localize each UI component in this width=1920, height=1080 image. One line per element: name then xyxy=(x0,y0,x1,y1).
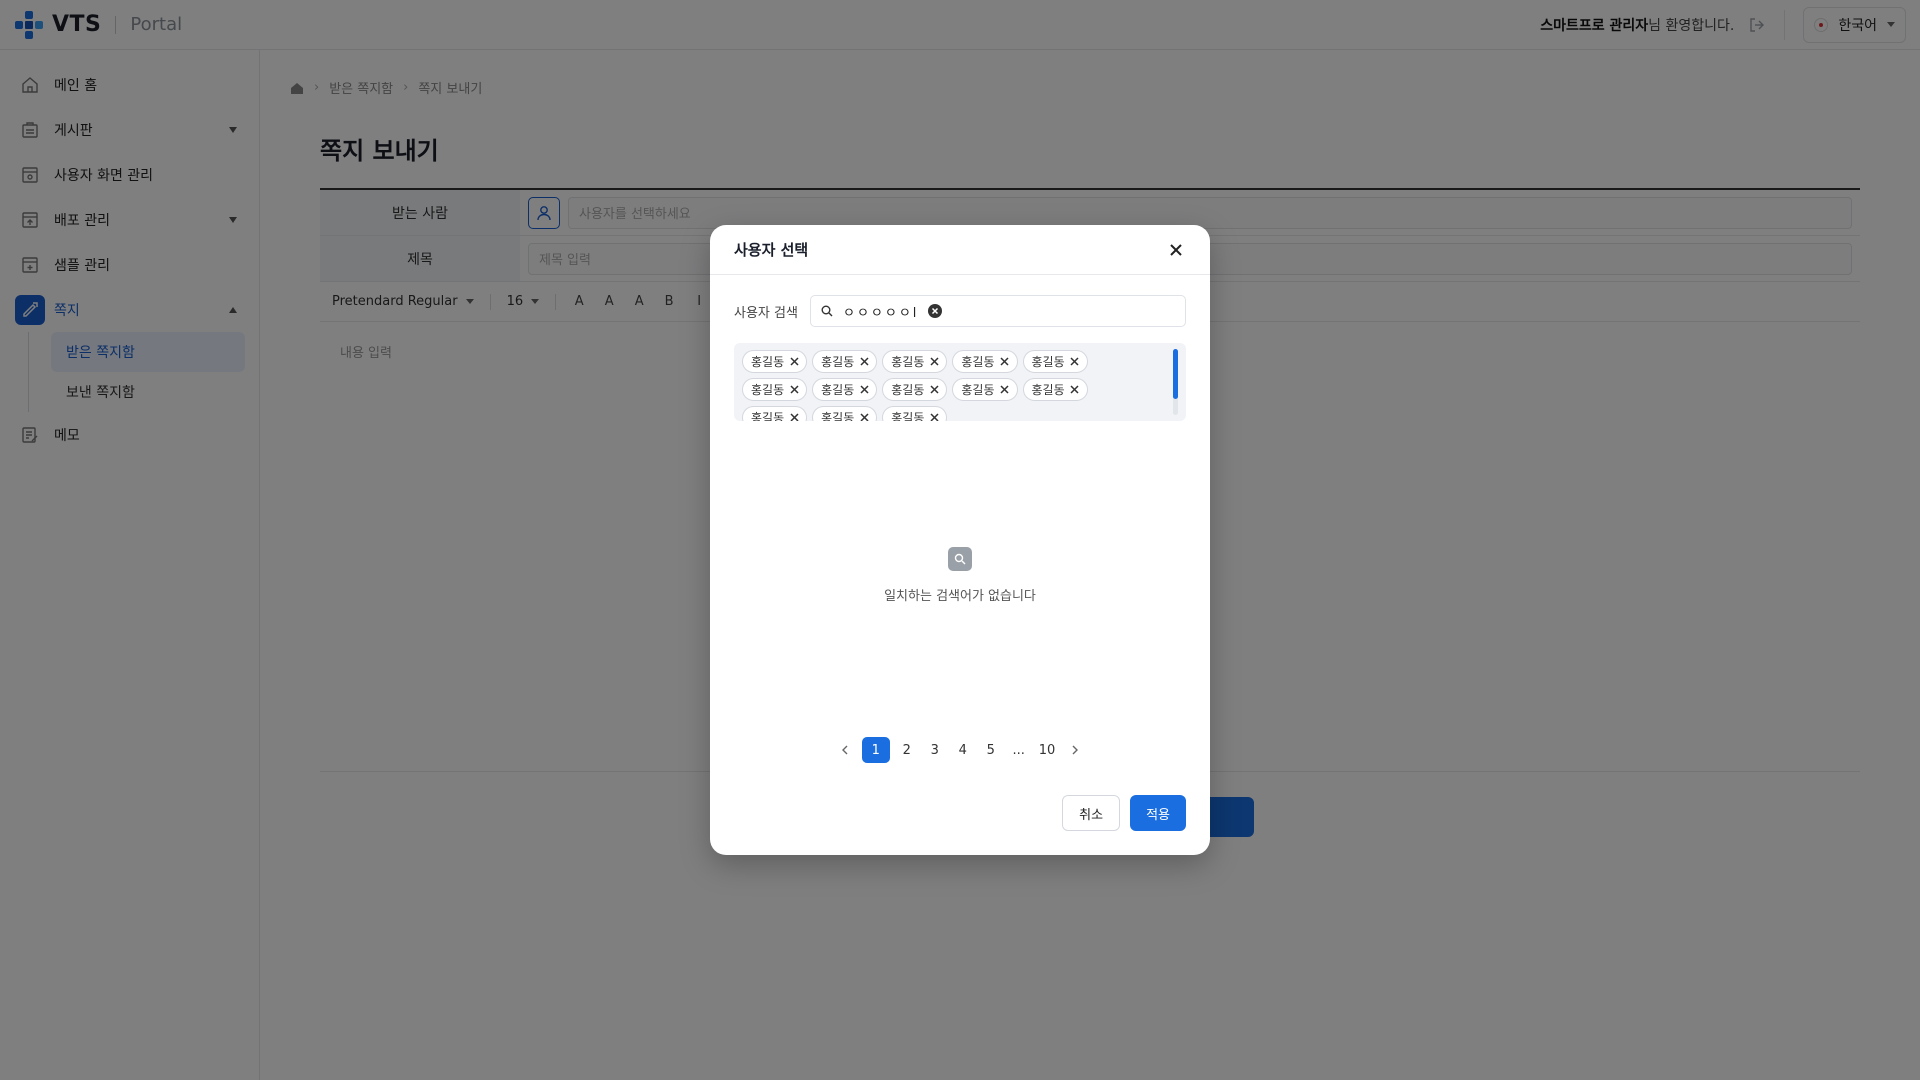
selected-user-chip: 홍길동 xyxy=(952,350,1018,373)
remove-chip-icon[interactable] xyxy=(859,357,869,367)
empty-state: 일치하는 검색어가 없습니다 xyxy=(710,547,1210,604)
search-icon xyxy=(821,305,833,317)
chip-label: 홍길동 xyxy=(821,411,855,421)
chip-label: 홍길동 xyxy=(961,355,995,369)
user-search-row: 사용자 검색 ㅇㅇㅇㅇㅇl xyxy=(734,295,1186,327)
page-button[interactable]: 1 xyxy=(861,737,890,763)
chip-label: 홍길동 xyxy=(891,355,925,369)
user-search-input[interactable]: ㅇㅇㅇㅇㅇl xyxy=(810,295,1186,327)
remove-chip-icon[interactable] xyxy=(929,413,939,421)
selected-users-box: 홍길동 홍길동 홍길동 홍길동 홍길동 홍길동 홍길동 홍길동 홍길동 홍길동 홍길동 홍길동 홍길동 xyxy=(734,343,1186,421)
page-ellipsis: ... xyxy=(1012,742,1025,758)
modal-title: 사용자 선택 xyxy=(734,241,809,259)
selected-user-chip: 홍길동 xyxy=(742,378,808,401)
apply-button[interactable]: 적용 xyxy=(1130,795,1186,831)
remove-chip-icon[interactable] xyxy=(929,385,939,395)
remove-chip-icon[interactable] xyxy=(1000,357,1010,367)
selected-users-list: 홍길동 홍길동 홍길동 홍길동 홍길동 홍길동 홍길동 홍길동 홍길동 홍길동 홍길동 홍길동 홍길동 xyxy=(742,350,1156,421)
selected-user-chip: 홍길동 xyxy=(882,350,948,373)
chip-label: 홍길동 xyxy=(751,355,785,369)
chip-label: 홍길동 xyxy=(1031,355,1065,369)
chip-label: 홍길동 xyxy=(961,383,995,397)
pagination: 1 2 3 4 5... 10 xyxy=(710,737,1210,763)
chip-label: 홍길동 xyxy=(821,383,855,397)
selected-user-chip: 홍길동 xyxy=(742,406,808,421)
chevron-right-icon[interactable] xyxy=(1064,737,1086,763)
user-search-value: ㅇㅇㅇㅇㅇl xyxy=(843,305,919,321)
page-button[interactable]: 2 xyxy=(896,737,918,763)
page-button[interactable]: 4 xyxy=(952,737,974,763)
clear-search-icon[interactable] xyxy=(928,304,943,318)
remove-chip-icon[interactable] xyxy=(1070,357,1080,367)
empty-state-text: 일치하는 검색어가 없습니다 xyxy=(884,589,1036,604)
remove-chip-icon[interactable] xyxy=(1000,385,1010,395)
search-empty-icon xyxy=(948,547,972,571)
selected-user-chip: 홍길동 xyxy=(742,350,808,373)
chip-label: 홍길동 xyxy=(751,383,785,397)
remove-chip-icon[interactable] xyxy=(789,385,799,395)
chip-label: 홍길동 xyxy=(891,411,925,421)
user-select-modal: 사용자 선택 사용자 검색 ㅇㅇㅇㅇㅇl 홍길동 홍길동 홍길동 홍길동 홍길동 홍길동 홍… xyxy=(710,225,1210,855)
selected-user-chip: 홍길동 xyxy=(952,378,1018,401)
selected-users-scrollbar[interactable] xyxy=(1173,349,1178,415)
remove-chip-icon[interactable] xyxy=(789,357,799,367)
page-button[interactable]: 10 xyxy=(1036,737,1059,763)
remove-chip-icon[interactable] xyxy=(1070,385,1080,395)
selected-user-chip: 홍길동 xyxy=(1022,378,1088,401)
remove-chip-icon[interactable] xyxy=(859,385,869,395)
page-button[interactable]: 3 xyxy=(924,737,946,763)
scrollbar-thumb[interactable] xyxy=(1173,349,1178,399)
selected-user-chip: 홍길동 xyxy=(812,350,878,373)
selected-user-chip: 홍길동 xyxy=(812,406,878,421)
close-icon[interactable] xyxy=(1166,240,1186,260)
chip-label: 홍길동 xyxy=(891,383,925,397)
user-search-label: 사용자 검색 xyxy=(734,305,798,321)
cancel-button[interactable]: 취소 xyxy=(1062,795,1121,831)
selected-user-chip: 홍길동 xyxy=(812,378,878,401)
selected-user-chip: 홍길동 xyxy=(1022,350,1088,373)
remove-chip-icon[interactable] xyxy=(929,357,939,367)
selected-user-chip: 홍길동 xyxy=(882,378,948,401)
chevron-left-icon[interactable] xyxy=(834,737,856,763)
selected-user-chip: 홍길동 xyxy=(882,406,948,421)
chip-label: 홍길동 xyxy=(751,411,785,421)
page-button[interactable]: 5 xyxy=(980,737,1002,763)
remove-chip-icon[interactable] xyxy=(859,413,869,421)
chip-label: 홍길동 xyxy=(1031,383,1065,397)
remove-chip-icon[interactable] xyxy=(789,413,799,421)
chip-label: 홍길동 xyxy=(821,355,855,369)
